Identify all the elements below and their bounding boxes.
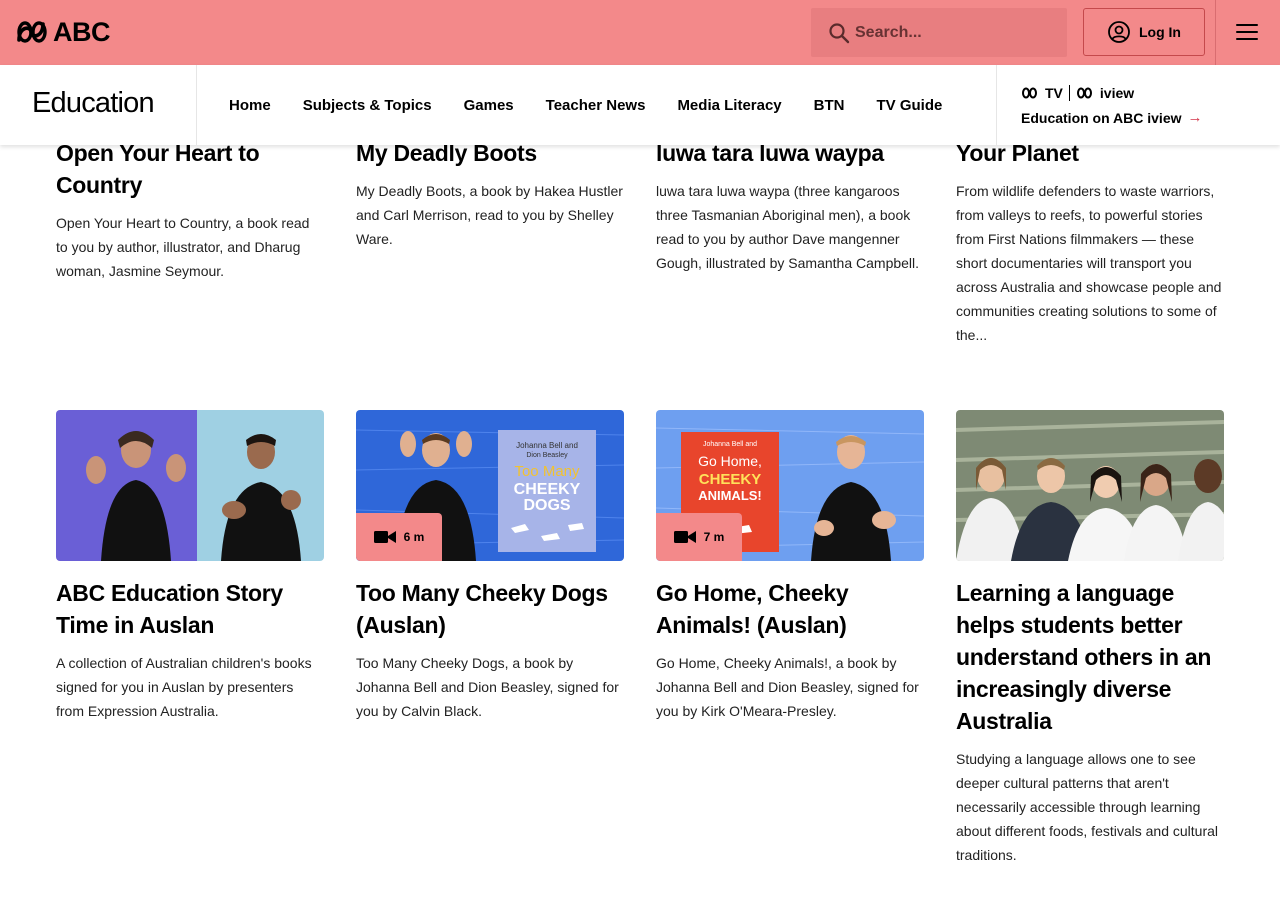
abc-iview-logo: iview [1099,85,1135,101]
iview-link[interactable]: Education on ABC iview → [1021,109,1203,126]
svg-text:Go Home,: Go Home, [698,453,762,469]
abc-tv-logo: TV [1045,85,1063,101]
video-duration: 6 m [403,530,425,544]
abc-logo[interactable]: ABC [17,17,111,47]
search-icon [829,22,850,43]
card-description: Go Home, Cheeky Animals!, a book by Joha… [656,655,919,719]
card-title[interactable]: ABC Education Story Time in Auslan [56,577,324,641]
svg-text:ANIMALS!: ANIMALS! [698,488,762,503]
card-description: luwa tara luwa waypa (three kangaroos th… [656,183,920,271]
video-duration-badge: 7 m [656,513,742,561]
top-bar: ABC Log In [0,0,1280,65]
video-camera-icon [373,531,396,543]
nav-subjects-topics[interactable]: Subjects & Topics [287,97,448,114]
card-my-deadly-boots[interactable]: My Deadly Boots My Deadly Boots, a book … [356,145,624,251]
svg-text:DOGS: DOGS [523,497,570,514]
arrow-right-icon: → [1187,109,1203,126]
nav-divider [996,65,997,145]
section-title[interactable]: Education [32,87,155,120]
nav-btn[interactable]: BTN [798,97,861,114]
card-title[interactable]: Too Many Cheeky Dogs (Auslan) [356,577,624,641]
auslan-presenters-image [56,410,324,561]
logo-separator [1068,85,1070,101]
card-learning-a-language[interactable]: Learning a language helps students bette… [956,410,1224,867]
video-duration: 7 m [703,530,725,544]
search-box[interactable] [811,8,1067,57]
nav-divider [196,65,197,145]
abc-wave-icon [17,21,47,43]
video-camera-icon [673,531,696,543]
card-go-home-cheeky-animals[interactable]: Johanna Bell and Go Home, CHEEKY ANIMALS… [656,410,924,723]
card-title[interactable]: My Deadly Boots [356,145,624,169]
svg-text:Johanna Bell and: Johanna Bell and [703,441,757,448]
card-description: Studying a language allows one to see de… [956,751,1219,863]
card-too-many-cheeky-dogs[interactable]: Johanna Bell and Dion Beasley Too Many C… [356,410,624,723]
card-description: My Deadly Boots, a book by Hakea Hustler… [356,183,623,247]
iview-logos: TV iview [1021,83,1203,103]
nav-links: Home Subjects & Topics Games Teacher New… [213,65,958,145]
nav-home[interactable]: Home [213,97,287,114]
svg-text:CHEEKY: CHEEKY [514,481,581,498]
card-story-time-auslan[interactable]: ABC Education Story Time in Auslan A col… [56,410,324,723]
abc-wave-icon [1076,87,1092,99]
students-photo-image [956,410,1224,561]
nav-tv-guide[interactable]: TV Guide [860,97,958,114]
card-luwa-tara[interactable]: luwa tara luwa waypa luwa tara luwa wayp… [656,145,924,275]
card-title[interactable]: Open Your Heart to Country [56,145,324,201]
card-description: Open Your Heart to Country, a book read … [56,215,310,279]
topbar-divider [1215,0,1216,65]
nav-media-literacy[interactable]: Media Literacy [661,97,797,114]
svg-text:Johanna Bell and: Johanna Bell and [516,441,578,450]
card-description: From wildlife defenders to waste warrior… [956,183,1222,343]
svg-text:CHEEKY: CHEEKY [699,471,762,488]
content-area: Open Your Heart to Country Open Your Hea… [0,145,1280,900]
card-title[interactable]: Learning a language helps students bette… [956,577,1224,737]
card-thumbnail[interactable] [956,410,1224,561]
search-input[interactable] [855,23,1055,42]
hamburger-menu-icon[interactable] [1234,20,1260,44]
card-description: A collection of Australian children's bo… [56,655,312,719]
login-label: Log In [1139,24,1181,40]
card-title[interactable]: luwa tara luwa waypa [656,145,924,169]
abc-wave-icon [1022,87,1037,99]
card-title[interactable]: Your Planet [956,145,1224,169]
nav-games[interactable]: Games [448,97,530,114]
abc-logo-text: ABC [53,17,111,47]
card-thumbnail[interactable] [56,410,324,561]
education-nav: Education Home Subjects & Topics Games T… [0,65,1280,145]
card-thumbnail[interactable]: Johanna Bell and Go Home, CHEEKY ANIMALS… [656,410,924,561]
user-icon [1108,21,1130,43]
svg-text:Too Many: Too Many [514,463,580,480]
card-title[interactable]: Go Home, Cheeky Animals! (Auslan) [656,577,924,641]
card-thumbnail[interactable]: Johanna Bell and Dion Beasley Too Many C… [356,410,624,561]
card-your-planet[interactable]: Your Planet From wildlife defenders to w… [956,145,1224,347]
login-button[interactable]: Log In [1083,8,1205,56]
iview-link-label: Education on ABC iview [1021,109,1182,126]
svg-text:Dion Beasley: Dion Beasley [526,452,568,459]
card-open-your-heart[interactable]: Open Your Heart to Country Open Your Hea… [56,145,324,283]
nav-teacher-news[interactable]: Teacher News [530,97,662,114]
video-duration-badge: 6 m [356,513,442,561]
iview-promo[interactable]: TV iview Education on ABC iview → [1021,83,1203,126]
card-description: Too Many Cheeky Dogs, a book by Johanna … [356,655,619,719]
